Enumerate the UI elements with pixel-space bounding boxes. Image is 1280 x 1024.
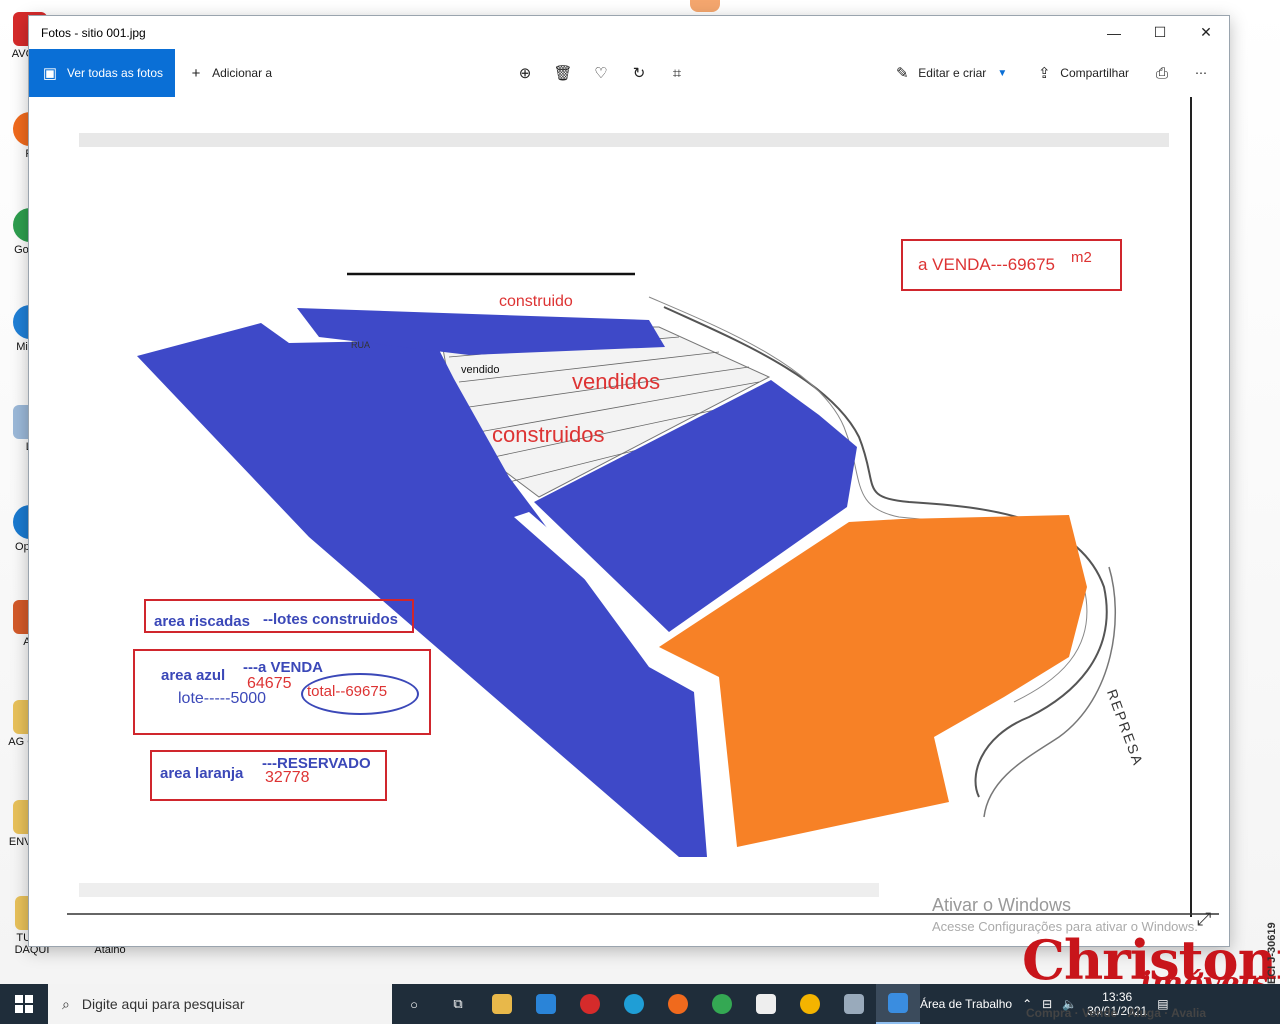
for-sale-title: a VENDA---69675 (918, 255, 1056, 274)
label-sold: vendido (461, 364, 500, 376)
label-built-plural: construidos (492, 422, 605, 447)
label-sold-plural: vendidos (572, 369, 661, 394)
site-map (67, 97, 1219, 917)
activate-windows-title: Ativar o Windows (932, 895, 1072, 915)
opera-icon (580, 994, 600, 1014)
share-button[interactable]: ⇪ Compartilhar (1023, 49, 1141, 97)
expand-icon[interactable]: ⤢ (1197, 909, 1211, 930)
window-title: Fotos - sitio 001.jpg (41, 25, 146, 40)
search-icon: ⌕ (62, 995, 70, 1012)
share-icon: ⇪ (1038, 65, 1051, 82)
chrome-icon (712, 994, 732, 1014)
task-view-button[interactable]: ⧉ (436, 984, 480, 1024)
legend-hatched-b: --lotes construidos (263, 611, 399, 628)
firefox-icon (668, 994, 688, 1014)
edge-icon (624, 994, 644, 1014)
paint-icon (844, 994, 864, 1014)
cortana-button[interactable]: ○ (392, 984, 436, 1024)
task-view-icon: ⧉ (453, 996, 463, 1011)
street-label: RUA (351, 340, 371, 350)
photos-toolbar: ▣ Ver todas as fotos + Adicionar a ⊕ 🗑 ♡… (29, 49, 1229, 97)
folder-icon (492, 994, 512, 1014)
desktop-decoration (690, 0, 720, 12)
start-button[interactable] (0, 984, 48, 1024)
cortana-icon: ○ (410, 996, 418, 1012)
minimize-button[interactable]: — (1091, 16, 1137, 49)
legend-blue-b: ---a VENDA (243, 659, 324, 676)
right-tools: ✎ Editar e criar ▼ ⇪ Compartilhar ⎙ ⋯ (881, 49, 1219, 97)
mail-icon (536, 994, 556, 1014)
photo-icon: ▣ (42, 65, 58, 82)
title-bar: Fotos - sitio 001.jpg — ☐ ✕ (29, 16, 1229, 49)
favorite-icon[interactable]: ♡ (592, 64, 610, 82)
legend-total: total--69675 (307, 683, 388, 700)
taskbar-search[interactable]: ⌕ Digite aqui para pesquisar (48, 984, 392, 1024)
taskbar-edge[interactable] (612, 984, 656, 1024)
view-all-photos-button[interactable]: ▣ Ver todas as fotos (29, 49, 176, 97)
desktop-label[interactable]: Área de Trabalho (920, 997, 1012, 1011)
scan-noise-bottom (79, 883, 879, 897)
crop-icon[interactable]: ⌗ (668, 64, 686, 82)
edit-create-button[interactable]: ✎ Editar e criar ▼ (881, 49, 1023, 97)
taskbar-chrome[interactable] (700, 984, 744, 1024)
maximize-button[interactable]: ☐ (1137, 16, 1183, 49)
legend-blue-a: area azul (161, 667, 226, 684)
taskbar-explorer[interactable] (480, 984, 524, 1024)
chevron-down-icon: ▼ (997, 67, 1008, 79)
legend-hatched-a: area riscadas (154, 613, 250, 630)
close-button[interactable]: ✕ (1183, 16, 1229, 49)
label-built-top: construido (499, 293, 573, 310)
windows-icon (15, 995, 33, 1013)
taskbar-mail[interactable] (524, 984, 568, 1024)
print-button[interactable]: ⎙ (1141, 49, 1183, 97)
cards-icon (756, 994, 776, 1014)
taskbar-chrome-2[interactable] (788, 984, 832, 1024)
scan-noise-top (79, 133, 1169, 147)
legend-orange-area: 32778 (265, 769, 310, 786)
print-icon: ⎙ (1155, 64, 1168, 82)
taskbar-photos[interactable] (876, 984, 920, 1024)
zoom-in-icon[interactable]: ⊕ (516, 64, 534, 82)
more-button[interactable]: ⋯ (1183, 49, 1219, 97)
photos-icon (888, 993, 908, 1013)
taskbar-firefox[interactable] (656, 984, 700, 1024)
legend-lot: lote-----5000 (178, 690, 267, 707)
for-sale-unit: m2 (1071, 249, 1092, 266)
chrome-icon (800, 994, 820, 1014)
taskbar-solitaire[interactable] (744, 984, 788, 1024)
delete-icon[interactable]: 🗑 (553, 64, 572, 82)
add-to-button[interactable]: + Adicionar a (175, 49, 284, 97)
taskbar-paint[interactable] (832, 984, 876, 1024)
plus-icon: + (191, 64, 201, 82)
photos-window: Fotos - sitio 001.jpg — ☐ ✕ ▣ Ver todas … (28, 15, 1230, 947)
image-tools: ⊕ 🗑 ♡ ↻ ⌗ (516, 49, 686, 97)
image-canvas: a VENDA---69675 m2 construido vendido ve… (29, 97, 1229, 946)
rotate-icon[interactable]: ↻ (630, 64, 648, 82)
edit-icon: ✎ (895, 65, 909, 82)
legend-orange-a: area laranja (160, 765, 244, 782)
brand-tagline: Compra · Vende · Aluga · Avalia (1026, 1006, 1207, 1020)
taskbar-opera[interactable] (568, 984, 612, 1024)
